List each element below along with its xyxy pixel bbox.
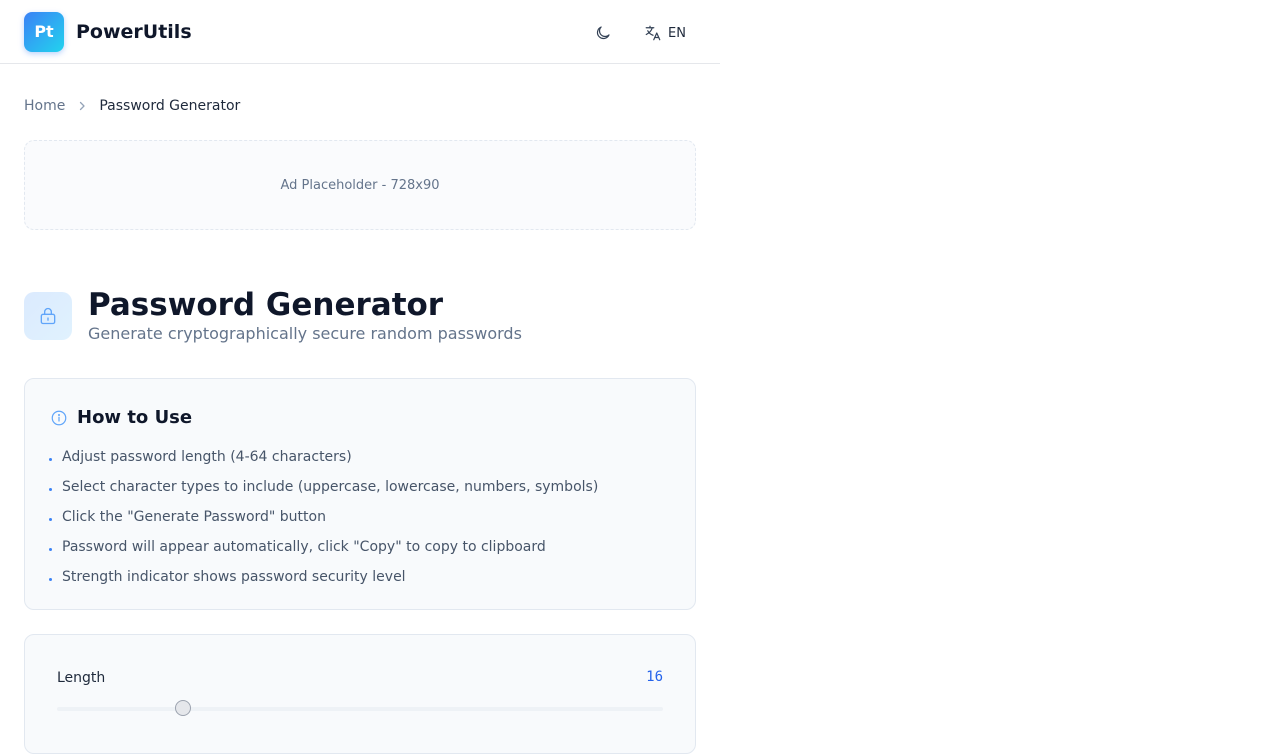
page-title: Password Generator [88,287,444,323]
language-label: EN [668,25,686,41]
bullet-dot [49,577,52,581]
theme-toggle-button[interactable] [588,18,618,48]
app-root: Pt PowerUtils EN Home Password Generator… [0,0,720,754]
how-to-use-card: How to Use Adjust password length (4-64 … [24,378,696,610]
how-to-use-header: How to Use [50,407,192,429]
length-value: 16 [646,669,663,685]
list-item: Click the "Generate Password" button [49,502,598,532]
info-icon [51,410,67,426]
bullet-dot [49,517,52,521]
how-to-use-title: How to Use [77,407,193,428]
tool-icon-badge [24,292,72,340]
list-item-text: Click the "Generate Password" button [62,509,326,525]
top-header: Pt PowerUtils EN [0,0,720,64]
ad-placeholder-text: Ad Placeholder - 728x90 [280,177,440,193]
lock-icon [40,307,56,325]
ad-placeholder: Ad Placeholder - 728x90 [24,140,696,230]
breadcrumb-home-link[interactable]: Home [24,97,65,115]
breadcrumb: Home Password Generator [24,97,240,115]
list-item: Strength indicator shows password securi… [49,562,598,592]
language-switcher-button[interactable]: EN [638,18,692,48]
translate-icon [645,25,661,41]
list-item: Select character types to include (upper… [49,472,598,502]
list-item-text: Select character types to include (upper… [62,479,599,495]
length-slider[interactable] [57,700,663,716]
bullet-dot [49,457,52,461]
how-to-use-list: Adjust password length (4-64 characters)… [49,442,598,592]
list-item-text: Adjust password length (4-64 characters) [62,449,352,465]
moon-icon [596,26,610,40]
list-item-text: Password will appear automatically, clic… [62,539,546,555]
logo-badge[interactable]: Pt [24,12,64,52]
password-options-card: Length 16 [24,634,696,754]
page-subtitle: Generate cryptographically secure random… [88,324,522,343]
list-item: Password will appear automatically, clic… [49,532,598,562]
brand-name[interactable]: PowerUtils [76,20,192,44]
chevron-right-icon [77,101,87,111]
breadcrumb-current: Password Generator [99,98,241,114]
bullet-dot [49,547,52,551]
list-item: Adjust password length (4-64 characters) [49,442,598,472]
length-label: Length [57,670,106,686]
bullet-dot [49,487,52,491]
list-item-text: Strength indicator shows password securi… [62,569,406,585]
length-slider-thumb[interactable] [175,700,191,716]
